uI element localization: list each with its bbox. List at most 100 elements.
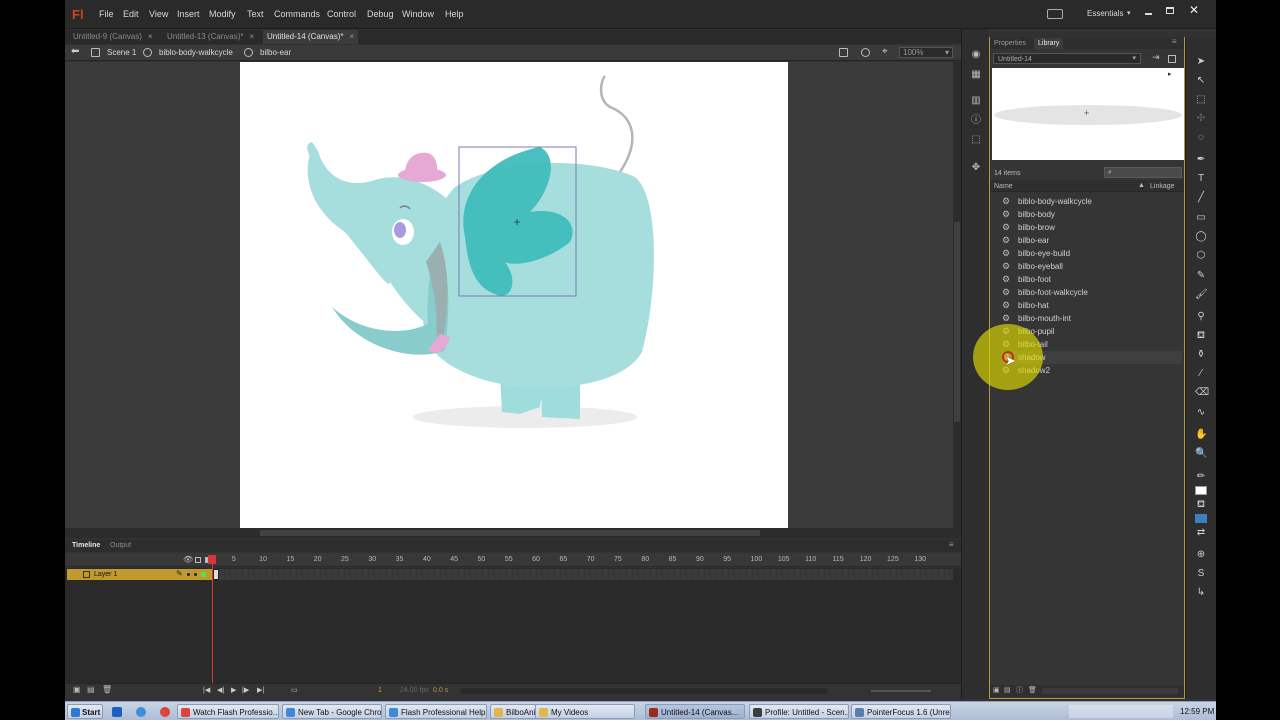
library-hscroll[interactable]: [1042, 688, 1178, 694]
sync-settings-icon[interactable]: [1047, 9, 1063, 19]
menu-insert[interactable]: Insert: [177, 10, 200, 19]
color-wheel-icon[interactable]: ◉: [970, 49, 982, 61]
minimize-icon[interactable]: [1145, 13, 1152, 15]
3d-rotation-tool-icon[interactable]: ✣: [1195, 113, 1207, 125]
library-item[interactable]: ⚙ bilbo-hat: [1002, 299, 1182, 312]
play-icon[interactable]: ▶: [231, 687, 236, 694]
step-forward-icon[interactable]: |▶: [242, 687, 249, 694]
align-icon[interactable]: ▥: [970, 95, 982, 107]
subselection-tool-icon[interactable]: ↖: [1195, 75, 1207, 87]
start-button[interactable]: Start: [67, 704, 103, 719]
swatches-icon[interactable]: ▦: [970, 69, 982, 81]
paint-bucket-tool-icon[interactable]: ⛾: [1195, 330, 1207, 342]
delete-layer-icon[interactable]: 🗑: [102, 686, 112, 694]
timeline-body[interactable]: [65, 568, 961, 683]
close-window-icon[interactable]: ✕: [1189, 4, 1199, 16]
taskbar-item[interactable]: Watch Flash Professio...: [177, 704, 279, 719]
new-symbol-icon[interactable]: ▣: [993, 687, 1000, 694]
zoom-tool-icon[interactable]: 🔍: [1195, 448, 1207, 460]
outline-color-swatch[interactable]: [201, 572, 206, 577]
library-search-input[interactable]: ⌕: [1104, 167, 1182, 178]
swap-colors-icon[interactable]: ⇄: [1195, 527, 1207, 539]
polystar-tool-icon[interactable]: ⬡: [1195, 250, 1207, 262]
menu-edit[interactable]: Edit: [123, 10, 139, 19]
sort-icon[interactable]: ▲: [1138, 182, 1145, 189]
line-tool-icon[interactable]: ╱: [1195, 192, 1207, 204]
panel-menu-icon[interactable]: ≡: [949, 541, 954, 549]
panel-menu-icon[interactable]: ≡: [1172, 38, 1177, 46]
preview-play-icon[interactable]: ▸: [1168, 71, 1172, 78]
snap-to-objects-icon[interactable]: ⊕: [1195, 549, 1207, 561]
lasso-tool-icon[interactable]: ◌: [1195, 132, 1207, 144]
column-linkage[interactable]: Linkage: [1150, 183, 1175, 190]
hand-tool-icon[interactable]: ✋: [1195, 429, 1207, 441]
stage-canvas[interactable]: [240, 62, 788, 528]
menu-view[interactable]: View: [149, 10, 168, 19]
library-item[interactable]: ⚙ bilbo-brow: [1002, 221, 1182, 234]
layer-row[interactable]: Layer 1 ✎: [67, 569, 213, 580]
tab-timeline[interactable]: Timeline: [72, 542, 100, 549]
layer-name[interactable]: Layer 1: [94, 571, 117, 578]
menu-commands[interactable]: Commands: [274, 10, 320, 19]
stroke-color-swatch[interactable]: [1195, 486, 1207, 495]
library-item[interactable]: ⚙ bilbo-body: [1002, 208, 1182, 221]
maximize-icon[interactable]: [1166, 7, 1174, 14]
taskbar-item[interactable]: PointerFocus 1.6 (Unre...: [851, 704, 951, 719]
ink-bottle-tool-icon[interactable]: ⚱: [1195, 349, 1207, 361]
straighten-icon[interactable]: ↳: [1195, 587, 1207, 599]
menu-file[interactable]: File: [99, 10, 114, 19]
pen-tool-icon[interactable]: ✒: [1195, 154, 1207, 166]
taskbar-item[interactable]: Flash Professional Help...: [385, 704, 487, 719]
menu-debug[interactable]: Debug: [367, 10, 394, 19]
taskbar-item[interactable]: New Tab - Google Chro...: [282, 704, 382, 719]
breadcrumb-symbol-1[interactable]: biblo-body-walkcycle: [159, 49, 233, 57]
back-arrow-icon[interactable]: ⬅: [71, 47, 79, 57]
workspace-switcher[interactable]: Essentials: [1087, 10, 1123, 18]
fill-color-icon[interactable]: ⛾: [1195, 499, 1207, 511]
chrome-icon[interactable]: [160, 707, 170, 717]
eraser-tool-icon[interactable]: ⌫: [1195, 387, 1209, 399]
browser-icon[interactable]: [136, 707, 146, 717]
transform-icon[interactable]: ⬚: [970, 134, 982, 146]
stroke-color-icon[interactable]: ✏: [1195, 471, 1207, 483]
library-item[interactable]: ⚙ bilbo-mouth-int: [1002, 312, 1182, 325]
tab-untitled-9[interactable]: Untitled-9 (Canvas) ×: [69, 30, 157, 44]
pencil-tool-icon[interactable]: ✎: [1195, 270, 1207, 282]
close-tab-icon[interactable]: ×: [249, 32, 254, 41]
library-item[interactable]: ⚙ bilbo-foot-walkcycle: [1002, 286, 1182, 299]
text-tool-icon[interactable]: T: [1195, 173, 1207, 185]
tab-properties[interactable]: Properties: [994, 40, 1026, 47]
current-frame[interactable]: 1: [378, 687, 382, 694]
new-library-panel-icon[interactable]: [1168, 55, 1176, 63]
brush-tool-icon[interactable]: 🖌: [1195, 289, 1208, 301]
taskbar-item[interactable]: Profile: Untitled - Scen...: [749, 704, 849, 719]
outlook-icon[interactable]: [112, 707, 122, 717]
onion-skin-icon[interactable]: ▭: [291, 687, 298, 694]
bone-tool-icon[interactable]: ⚲: [1195, 311, 1207, 323]
tab-untitled-14[interactable]: Untitled-14 (Canvas)* ×: [263, 30, 359, 44]
playhead-handle[interactable]: [208, 555, 216, 564]
elephant-artwork[interactable]: [240, 62, 788, 528]
edit-symbols-icon[interactable]: [861, 48, 870, 57]
components-icon[interactable]: ✥: [970, 162, 982, 174]
zoom-select[interactable]: 100% ▾: [899, 47, 953, 58]
menu-control[interactable]: Control: [327, 10, 356, 19]
show-hide-icon[interactable]: 👁: [183, 556, 193, 564]
goto-last-frame-icon[interactable]: ▶|: [257, 687, 264, 694]
workspace-chevron-icon[interactable]: ▾: [1127, 10, 1131, 17]
oval-tool-icon[interactable]: ◯: [1195, 231, 1207, 243]
properties-icon[interactable]: ⓘ: [1016, 687, 1023, 694]
close-tab-icon[interactable]: ×: [349, 32, 354, 41]
pasteboard[interactable]: [65, 62, 953, 528]
breadcrumb-scene[interactable]: Scene 1: [107, 49, 136, 57]
center-stage-icon[interactable]: ⌖: [882, 47, 888, 57]
taskbar-item[interactable]: Untitled-14 (Canvas...: [645, 704, 745, 719]
lock-icon[interactable]: [195, 557, 201, 563]
scroll-thumb[interactable]: [954, 222, 960, 422]
rectangle-tool-icon[interactable]: ▭: [1195, 212, 1207, 224]
close-tab-icon[interactable]: ×: [148, 32, 153, 41]
step-back-icon[interactable]: ◀|: [217, 687, 224, 694]
width-tool-icon[interactable]: ∿: [1195, 407, 1207, 419]
stage-vertical-scrollbar[interactable]: [953, 62, 961, 528]
tab-untitled-13[interactable]: Untitled-13 (Canvas)* ×: [163, 30, 258, 44]
